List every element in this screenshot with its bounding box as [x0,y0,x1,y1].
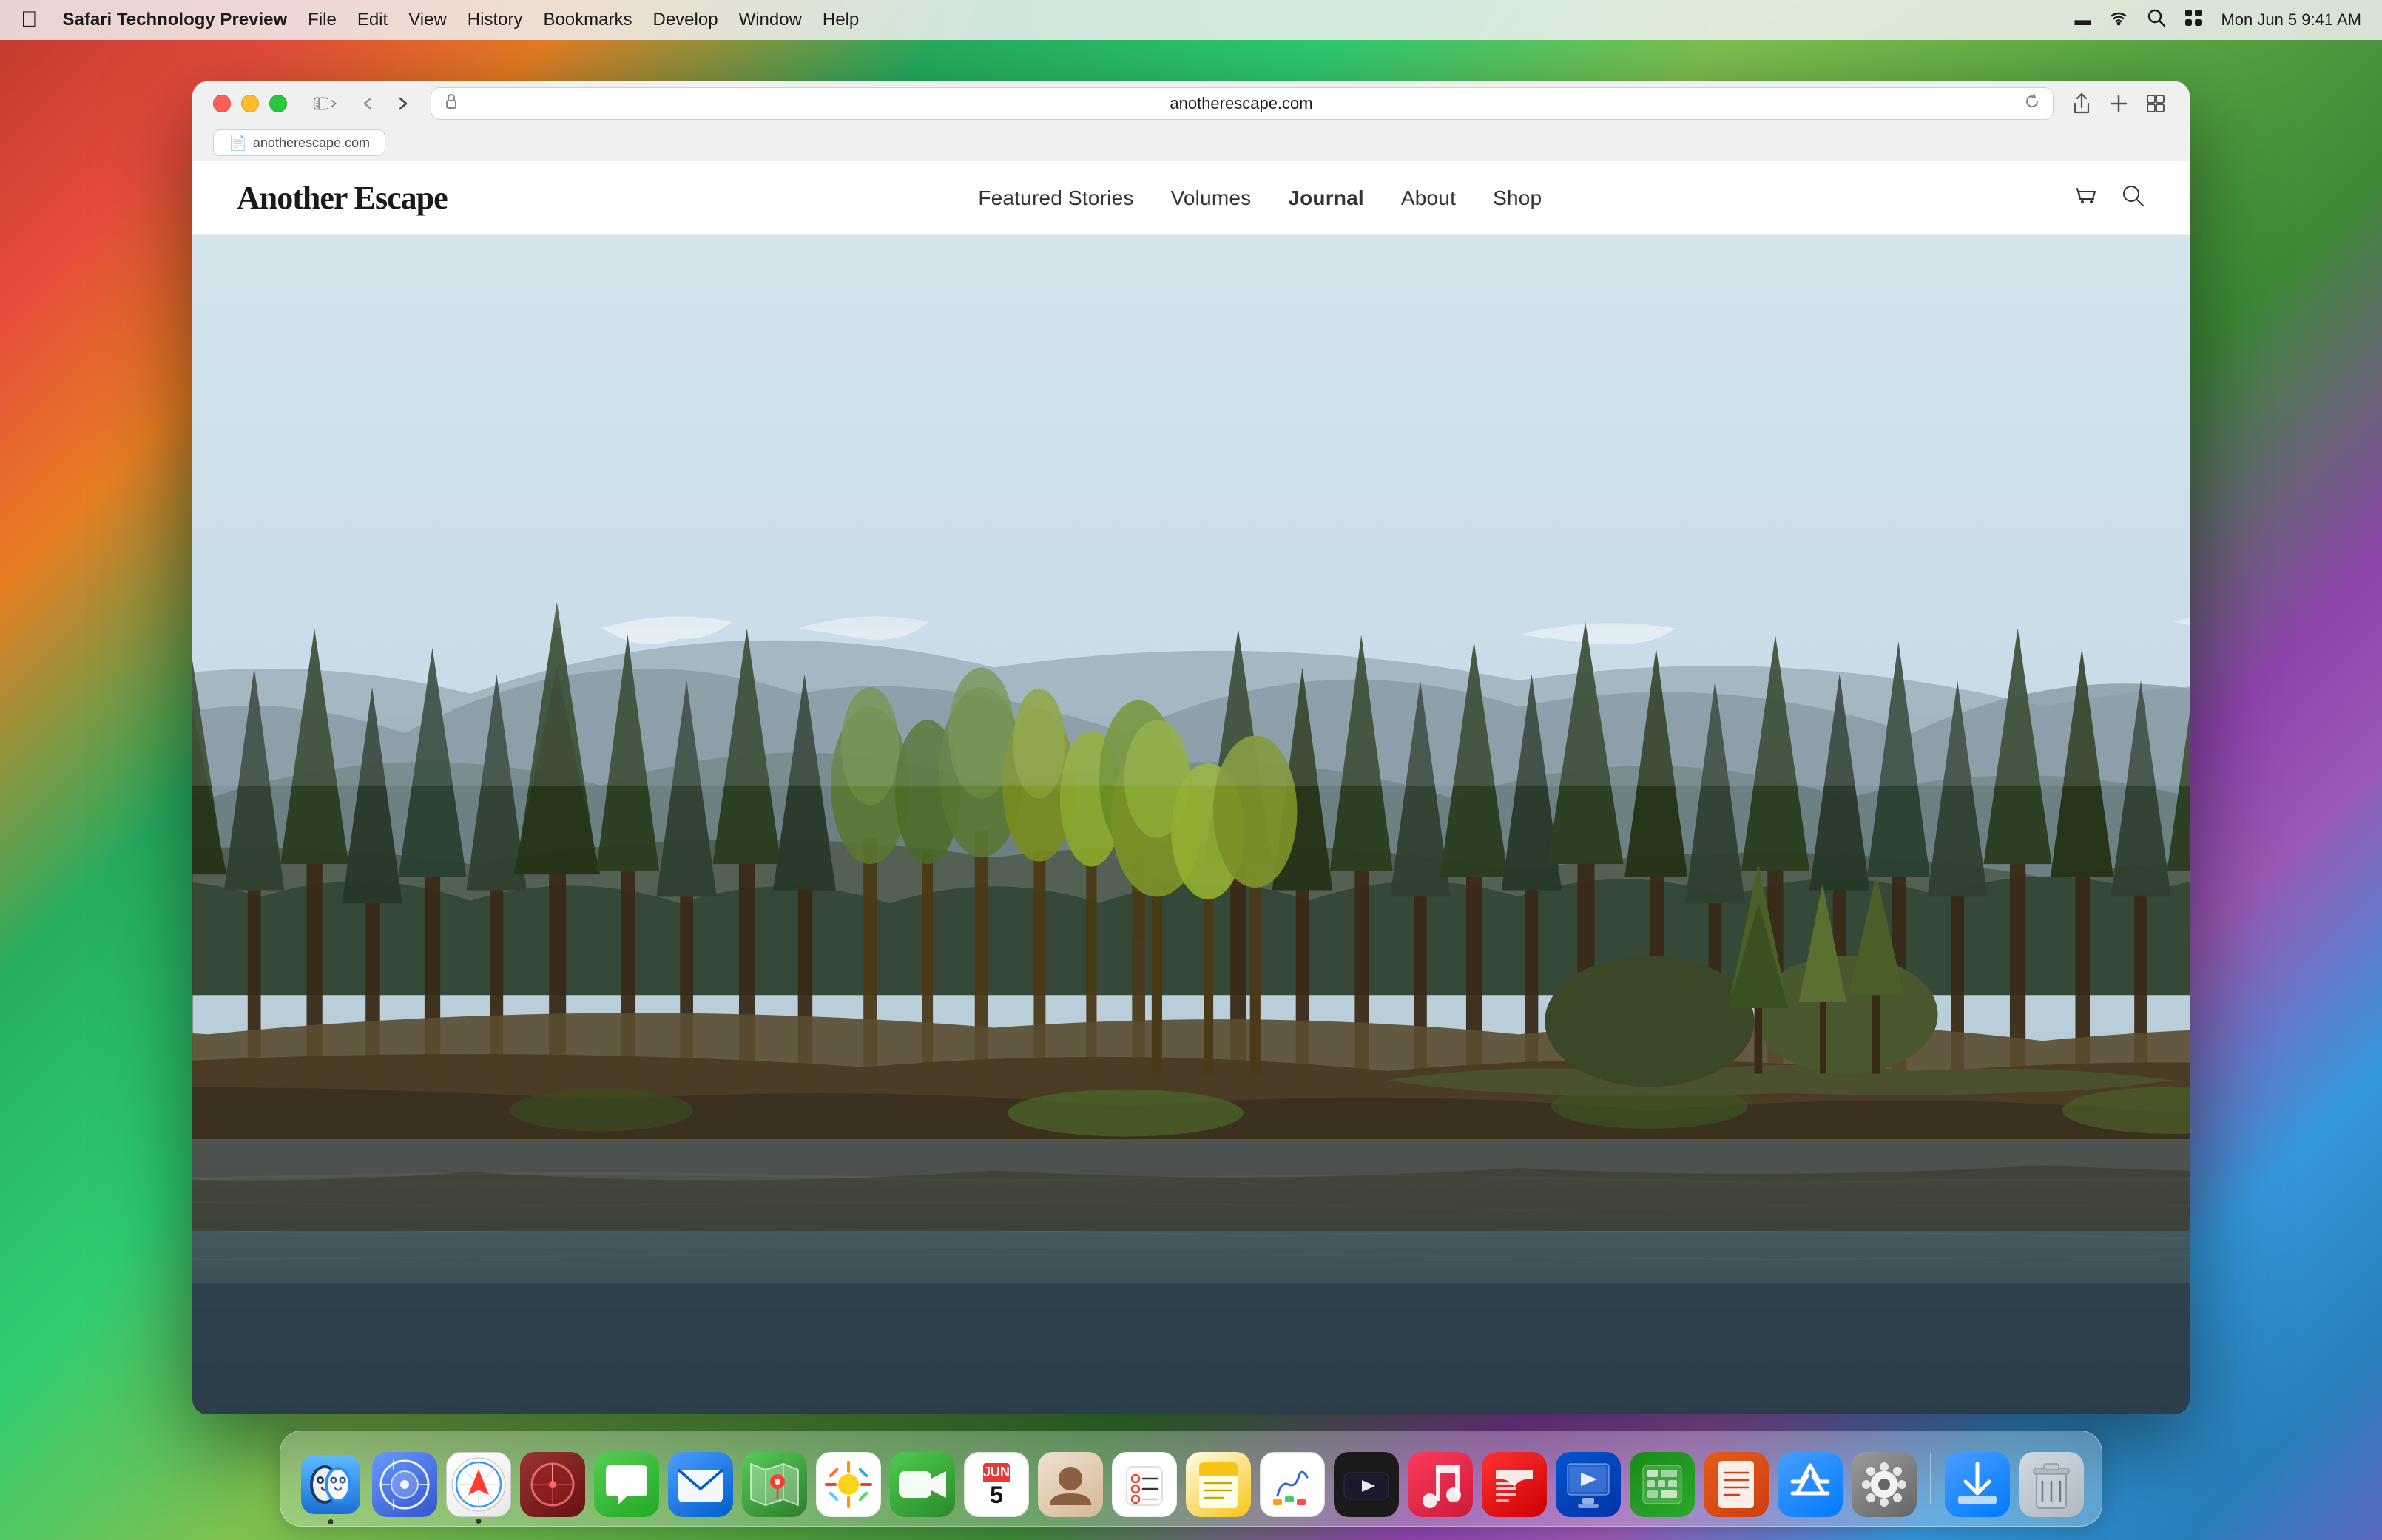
dock-item-download[interactable] [1945,1452,2010,1517]
menubar-bookmarks[interactable]: Bookmarks [533,0,642,40]
search-menubar-icon[interactable] [2147,8,2166,32]
active-tab[interactable]: 📄 anotherescape.com [213,129,385,156]
browser-toolbar-actions [2068,90,2169,117]
finder-active-dot [328,1519,334,1524]
safari-active-dot [476,1519,482,1524]
calendar-day: 5 [990,1482,1003,1507]
dock-item-trash[interactable] [2019,1452,2084,1517]
dock-item-photos[interactable] [816,1452,881,1517]
back-button[interactable] [355,90,382,117]
dock-item-news[interactable] [1482,1452,1547,1517]
menubar-develop[interactable]: Develop [643,0,729,40]
share-button[interactable] [2068,90,2095,117]
tab-overview-button[interactable] [2142,90,2169,117]
site-nav-icons [2073,183,2145,214]
cart-icon[interactable] [2073,183,2098,214]
maximize-button[interactable] [269,95,287,112]
menubar-help[interactable]: Help [812,0,869,40]
dock-item-facetime[interactable] [890,1452,955,1517]
nav-volumes[interactable]: Volumes [1171,186,1252,210]
dock-item-calendar[interactable]: JUN 5 [964,1452,1029,1517]
calendar-month: JUN [983,1463,1010,1482]
menubar-datetime[interactable]: Mon Jun 5 9:41 AM [2221,10,2361,30]
site-navigation: Another Escape Featured Stories Volumes … [192,161,2190,235]
tab-bar: 📄 anotherescape.com [192,125,2190,161]
menubar-file[interactable]: File [297,0,347,40]
dock-divider [1930,1453,1931,1504]
nav-journal[interactable]: Journal [1288,186,1364,210]
site-nav-links: Featured Stories Volumes Journal About S… [978,186,1542,210]
control-center-icon[interactable] [2184,8,2203,32]
search-site-icon[interactable] [2120,183,2145,214]
close-button[interactable] [213,95,231,112]
dock-item-systemprefs[interactable] [1852,1452,1917,1517]
dock-item-mail[interactable] [668,1452,733,1517]
nav-shop[interactable]: Shop [1493,186,1542,210]
dock-item-pages[interactable] [1704,1452,1769,1517]
new-tab-button[interactable] [2105,90,2132,117]
dock-item-maps[interactable] [742,1452,807,1517]
traffic-lights [213,95,287,112]
dock-item-appstore[interactable] [1778,1452,1843,1517]
dock-item-launchpad[interactable] [372,1452,437,1517]
dock-item-messages[interactable] [594,1452,659,1517]
menubar-view[interactable]: View [398,0,457,40]
lock-icon [445,94,458,113]
dock-item-numbers[interactable] [1630,1452,1695,1517]
url-text[interactable]: anotherescape.com [467,94,2016,113]
website-content: Another Escape Featured Stories Volumes … [192,161,2190,1414]
hero-image [192,235,2190,1414]
browser-window: anotherescape.com 📄 [192,81,2190,1414]
browser-nav-buttons [355,90,416,117]
dock-item-reminders[interactable] [1112,1452,1177,1517]
dock-item-notes[interactable] [1186,1452,1251,1517]
dock-item-contacts[interactable] [1038,1452,1103,1517]
nav-featured-stories[interactable]: Featured Stories [978,186,1133,210]
menubar-history[interactable]: History [457,0,533,40]
menubar-window[interactable]: Window [729,0,812,40]
dock-item-music[interactable] [1408,1452,1473,1517]
dock-item-instruments[interactable] [520,1452,585,1517]
menubar:  Safari Technology Preview File Edit Vi… [0,0,2382,40]
dock-item-finder[interactable] [298,1452,363,1517]
site-logo[interactable]: Another Escape [237,179,448,217]
battery-icon: ▬ [2074,10,2091,30]
minimize-button[interactable] [241,95,259,112]
reload-icon[interactable] [2025,94,2039,113]
sidebar-toggle-button[interactable] [314,93,340,114]
tab-favicon: 📄 [229,134,247,152]
menubar-edit[interactable]: Edit [347,0,398,40]
wifi-icon [2108,10,2129,30]
dock-item-freeform[interactable] [1260,1452,1325,1517]
dock-item-keynote[interactable] [1556,1452,1621,1517]
dock-item-safari[interactable] [446,1452,511,1517]
browser-chrome: anotherescape.com 📄 [192,81,2190,161]
nav-about[interactable]: About [1401,186,1456,210]
apple-menu-icon[interactable]:  [21,7,38,33]
forward-button[interactable] [389,90,416,117]
dock: JUN 5 [280,1431,2102,1527]
dock-item-appletv[interactable] [1334,1452,1399,1517]
browser-titlebar: anotherescape.com [192,81,2190,125]
tab-title: anotherescape.com [253,135,370,151]
address-bar[interactable]: anotherescape.com [431,87,2054,120]
menubar-app-name[interactable]: Safari Technology Preview [53,0,298,40]
menubar-right-items: ▬ Mon Jun 5 9:41 AM [2074,8,2361,32]
